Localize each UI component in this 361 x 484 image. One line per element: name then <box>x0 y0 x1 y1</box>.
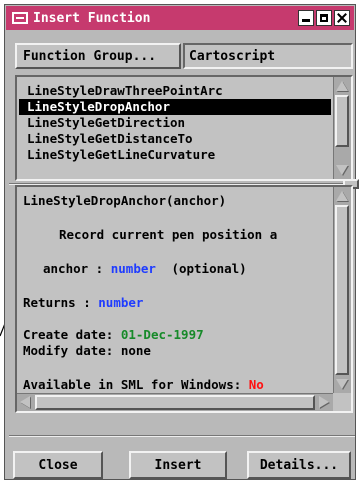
function-group-button[interactable]: Function Group... <box>15 43 181 69</box>
title-bar[interactable]: Insert Function <box>6 6 354 30</box>
window-title: Insert Function <box>33 10 151 26</box>
list-item-selected[interactable]: LineStyleDropAnchor <box>19 99 331 115</box>
insert-function-dialog: Insert Function Function Group... Cartos… <box>4 4 359 480</box>
description-scroll-thumb[interactable] <box>335 205 349 375</box>
returns-type: number <box>98 295 144 310</box>
create-date-line: Create date: 01-Dec-1997 <box>23 327 204 342</box>
availability-label: Available in SML for Windows: <box>23 377 242 389</box>
description-vertical-scrollbar[interactable] <box>333 187 351 393</box>
parameter-name: anchor : <box>43 261 104 276</box>
close-button[interactable]: Close <box>13 451 103 479</box>
minimize-icon[interactable] <box>298 10 314 26</box>
function-group-value: Cartoscript <box>183 43 353 69</box>
modify-date-label: Modify date: <box>23 343 114 358</box>
parameter-note: (optional) <box>171 261 247 276</box>
list-item[interactable]: LineStyleGetDistanceTo <box>19 131 331 147</box>
parameter-type: number <box>110 261 156 276</box>
scroll-down-arrow-icon[interactable] <box>335 377 350 391</box>
button-separator <box>9 435 355 437</box>
window-menu-icon[interactable] <box>12 12 28 24</box>
scroll-up-arrow-icon[interactable] <box>335 189 350 203</box>
insert-button[interactable]: Insert <box>129 451 227 479</box>
list-vertical-scrollbar[interactable] <box>333 77 351 179</box>
close-window-icon[interactable] <box>334 10 350 26</box>
create-date-value: 01-Dec-1997 <box>120 327 204 342</box>
maximize-icon[interactable] <box>316 10 332 26</box>
list-item[interactable]: LineStyleGetLineCurvature <box>19 147 331 163</box>
modify-date-line: Modify date: none <box>23 343 151 358</box>
scroll-right-arrow-icon[interactable] <box>317 395 332 410</box>
availability-line: Available in SML for Windows: No <box>23 377 264 389</box>
returns-line: Returns : number <box>23 295 143 310</box>
function-signature: LineStyleDropAnchor(anchor) <box>23 193 227 208</box>
list-item[interactable]: LineStyleGetDirection <box>19 115 331 131</box>
description-horizontal-scrollbar[interactable] <box>17 393 333 411</box>
scroll-down-arrow-icon[interactable] <box>335 163 350 177</box>
scroll-left-arrow-icon[interactable] <box>18 395 33 410</box>
details-button[interactable]: Details... <box>247 451 351 479</box>
returns-label: Returns : <box>23 295 91 310</box>
scroll-up-arrow-icon[interactable] <box>335 79 350 93</box>
availability-value: No <box>248 377 264 389</box>
list-scroll-thumb[interactable] <box>335 95 349 147</box>
modify-date-value: none <box>120 343 151 358</box>
parameter-line: anchor : number (optional) <box>43 261 247 276</box>
function-description-pane: LineStyleDropAnchor(anchor) Record curre… <box>15 185 353 413</box>
create-date-label: Create date: <box>23 327 114 342</box>
list-item[interactable]: LineStyleDrawThreePointArc <box>19 83 331 99</box>
horizontal-scroll-thumb[interactable] <box>35 395 315 410</box>
function-summary: Record current pen position a <box>59 227 278 242</box>
function-list[interactable]: LineStyleDrawThreePointArc LineStyleDrop… <box>15 75 353 181</box>
